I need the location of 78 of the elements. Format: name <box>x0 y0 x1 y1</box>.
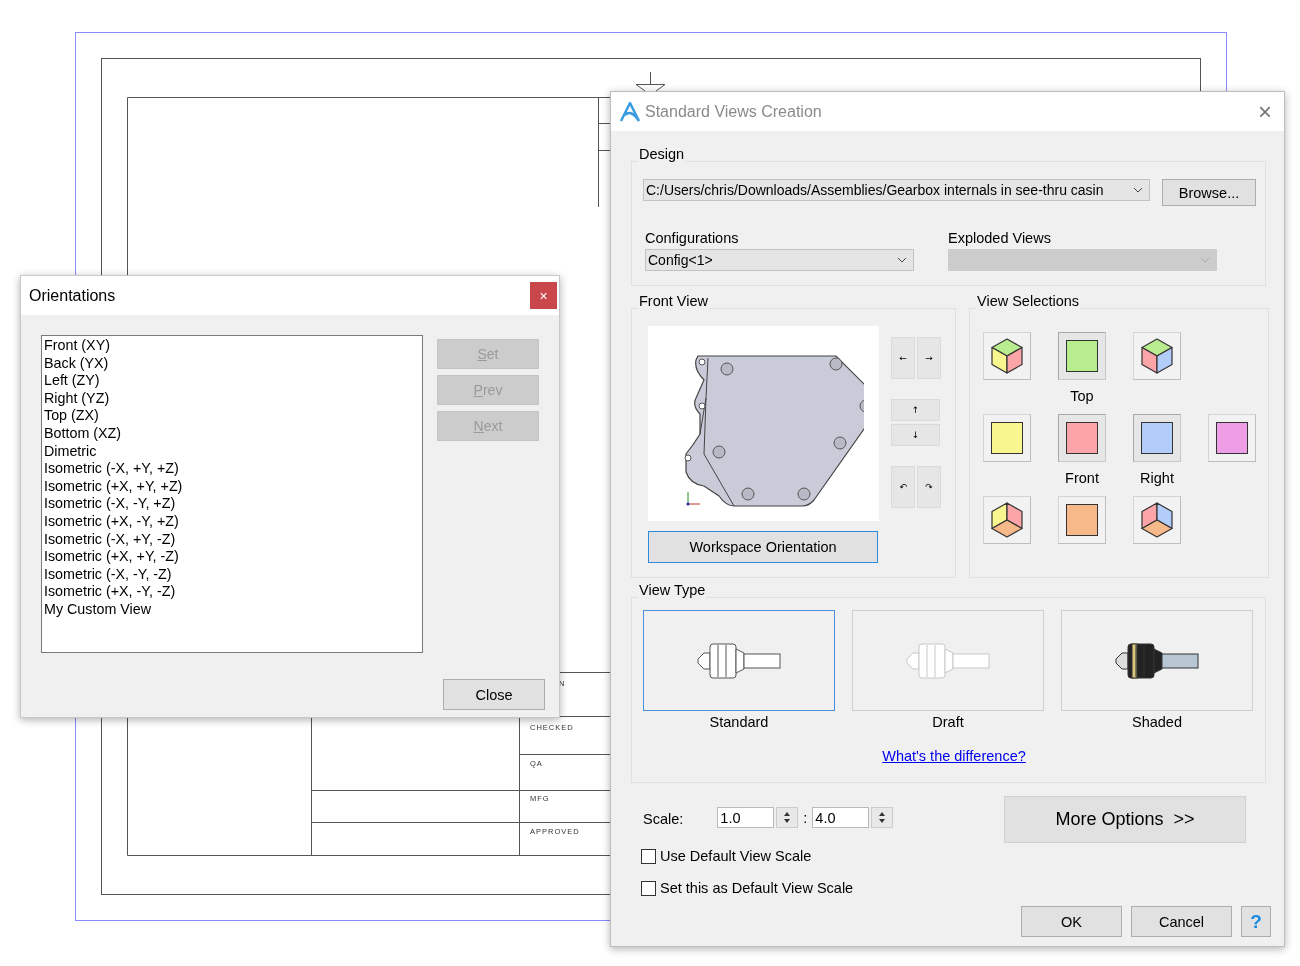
view-button[interactable] <box>1058 414 1106 462</box>
view-button[interactable] <box>1133 414 1181 462</box>
more-options-button[interactable]: More Options >> <box>1004 796 1246 843</box>
view-button[interactable] <box>1058 332 1106 380</box>
nav-button[interactable]: ↑ <box>891 399 940 421</box>
list-item[interactable]: Isometric (+X, -Y, -Z) <box>43 583 421 601</box>
list-item[interactable]: Back (YX) <box>43 354 421 373</box>
list-item[interactable]: Bottom (XZ) <box>43 424 421 443</box>
dialog-title: Orientations <box>29 286 116 305</box>
list-item[interactable]: Isometric (-X, -Y, -Z) <box>43 565 421 584</box>
list-item[interactable]: Isometric (-X, +Y, +Z) <box>43 460 421 478</box>
list-item[interactable]: Left (ZY) <box>43 372 421 390</box>
field-label: Exploded Views <box>948 230 1052 246</box>
list-item[interactable]: Isometric (-X, +Y, -Z) <box>43 530 421 549</box>
logo-icon <box>619 100 641 123</box>
up-down-icon <box>878 811 887 824</box>
close-button[interactable]: × <box>530 282 557 309</box>
spin-button[interactable] <box>871 807 894 828</box>
scale-label: Scale: <box>643 811 684 827</box>
checkbox-label: Use Default View Scale <box>660 848 812 864</box>
dialog-title: Standard Views Creation <box>645 102 823 121</box>
list-item[interactable]: Front (XY) <box>43 337 421 355</box>
view-button[interactable] <box>1133 496 1181 544</box>
view-type-option[interactable] <box>1061 610 1253 711</box>
dropdown[interactable]: Config<1> <box>645 249 914 271</box>
scale-field[interactable]: 1.0 <box>717 807 775 828</box>
nav-button[interactable]: ↓ <box>891 424 940 446</box>
checkbox[interactable] <box>641 848 656 864</box>
view-button[interactable] <box>983 414 1031 462</box>
option-label: Shaded <box>1132 714 1182 730</box>
datum-symbol <box>635 71 666 92</box>
nav-button[interactable]: ↷ <box>917 466 941 508</box>
dropdown-value: C:/Users/chris/Downloads/Assemblies/Gearbox internals in see-thru casin <box>646 182 1105 198</box>
scale-field[interactable]: 4.0 <box>812 807 870 828</box>
group-label: View Selections <box>976 293 1081 309</box>
dropdown-value: Config<1> <box>648 252 714 268</box>
checkbox-label: Set this as Default View Scale <box>660 880 854 896</box>
view-button[interactable] <box>1058 496 1106 544</box>
close-button[interactable]: × <box>1258 99 1272 124</box>
list-item[interactable]: Isometric (+X, -Y, +Z) <box>43 512 421 531</box>
dialog-button[interactable]: Cancel <box>1131 906 1232 937</box>
checkbox[interactable] <box>641 880 656 896</box>
help-link[interactable]: What's the difference? <box>882 748 1026 764</box>
nav-button[interactable]: ↶ <box>891 466 915 508</box>
group-label: Front View <box>638 293 710 309</box>
field-label: Configurations <box>645 230 740 246</box>
view-button[interactable] <box>983 332 1031 380</box>
close-button[interactable]: Close <box>443 679 545 710</box>
path-dropdown[interactable]: C:/Users/chris/Downloads/Assemblies/Gearbox internals in see-thru casin <box>643 179 1150 201</box>
nav-button[interactable]: ← <box>891 337 915 379</box>
view-button[interactable] <box>1208 414 1256 462</box>
view-button[interactable] <box>983 496 1031 544</box>
list-item[interactable]: Dimetric <box>43 442 421 461</box>
chevron-down-icon <box>1200 257 1210 263</box>
list-item[interactable]: Top (ZX) <box>43 407 421 425</box>
list-item[interactable]: Isometric (+X, +Y, -Z) <box>43 548 421 566</box>
axis-triad-icon <box>686 491 700 505</box>
ratio-separator: : <box>803 809 808 826</box>
list-item[interactable]: Isometric (+X, +Y, +Z) <box>43 477 421 496</box>
view-label: Top <box>1070 388 1094 404</box>
workspace-button[interactable]: Workspace Orientation <box>648 531 878 563</box>
group-label: Design <box>638 146 686 162</box>
list-item[interactable]: Right (YZ) <box>43 389 421 408</box>
list-item[interactable]: Isometric (-X, -Y, +Z) <box>43 495 421 513</box>
group-label: View Type <box>638 582 707 598</box>
browse-button[interactable]: Browse... <box>1162 179 1256 206</box>
view-button[interactable] <box>1133 332 1181 380</box>
option-label: Draft <box>932 714 964 730</box>
dialog-button[interactable]: OK <box>1021 906 1122 937</box>
nav-button[interactable]: → <box>917 337 941 379</box>
list-item[interactable]: My Custom View <box>43 600 421 619</box>
spin-button[interactable] <box>776 807 799 828</box>
chevron-down-icon <box>1133 187 1143 193</box>
chevron-down-icon <box>897 257 907 263</box>
option-label: Standard <box>709 714 769 730</box>
up-down-icon <box>783 811 792 824</box>
view-label: Front <box>1065 470 1099 486</box>
view-label: Right <box>1140 470 1174 486</box>
